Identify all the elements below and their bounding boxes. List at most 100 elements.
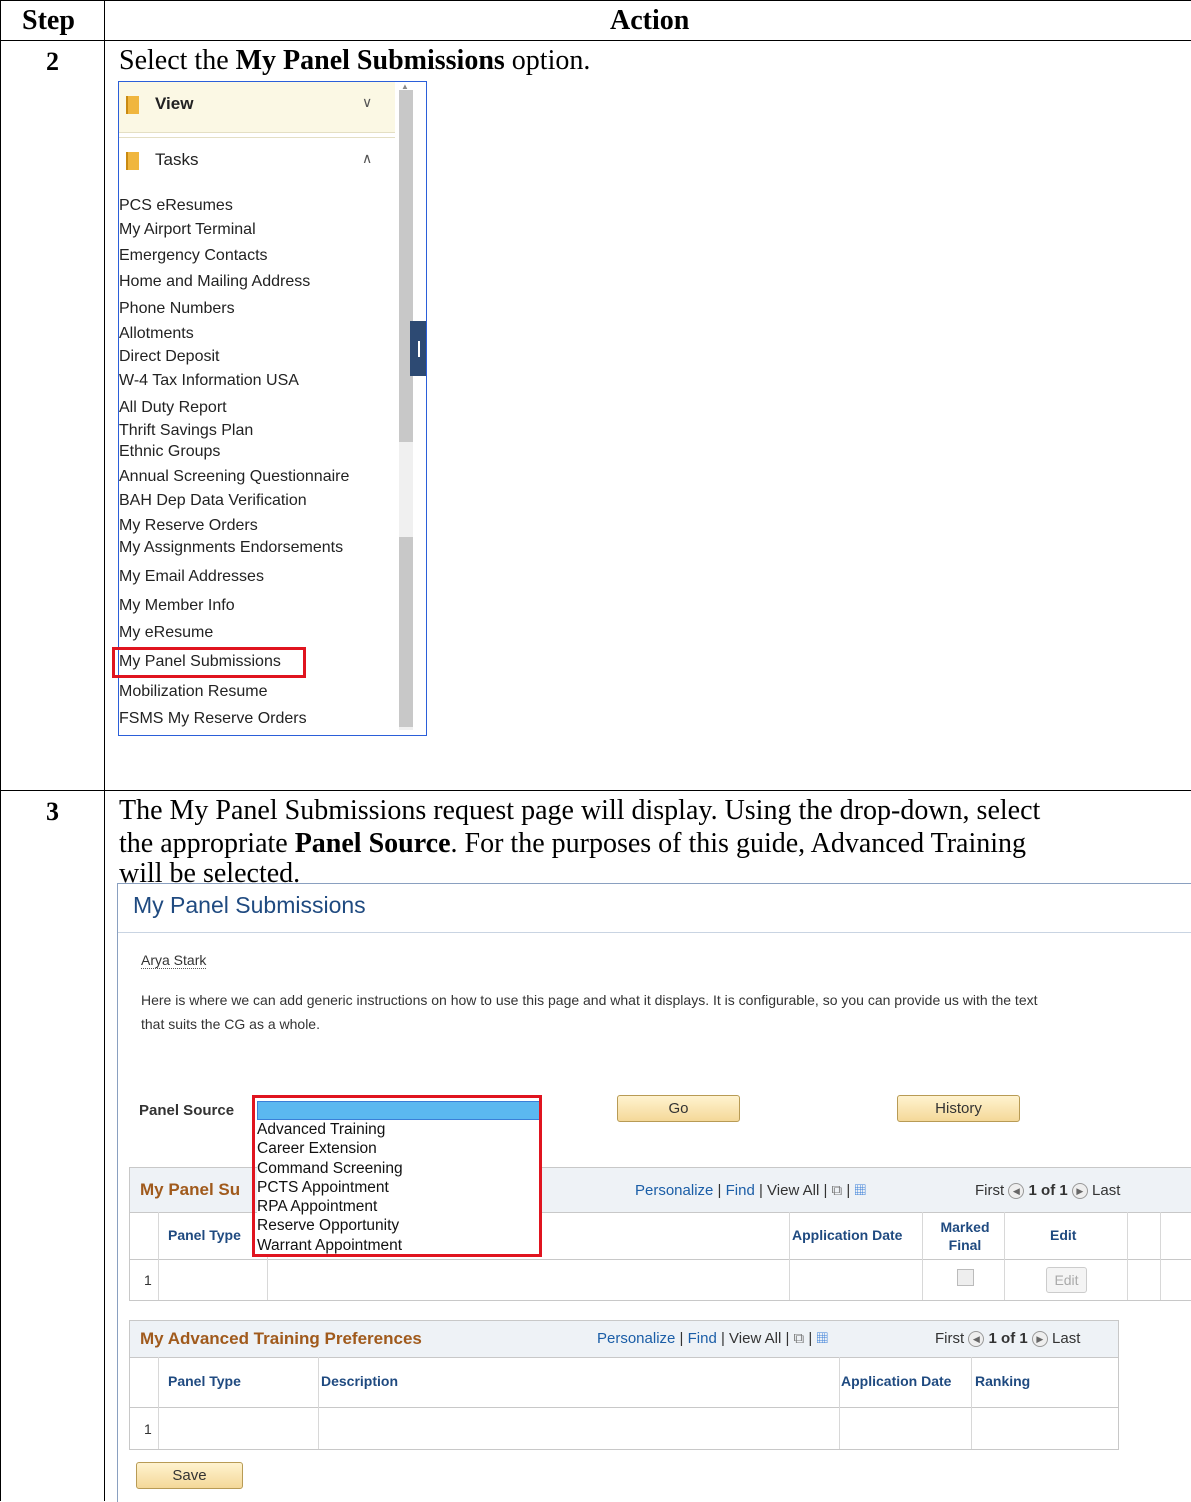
table-step-divider xyxy=(104,0,105,1501)
nav-item[interactable]: Phone Numbers xyxy=(119,300,235,318)
header-step: Step xyxy=(22,5,75,36)
nav-item[interactable]: Thrift Savings Plan xyxy=(119,422,253,440)
title-divider xyxy=(118,932,1191,933)
nav-item[interactable]: FSMS My Reserve Orders xyxy=(119,710,307,728)
grid-links: Personalize | Find | View All | ⧉ | ▦ xyxy=(597,1330,828,1347)
next-arrow-icon[interactable]: ▶ xyxy=(1071,1183,1088,1200)
scroll-up-arrow-icon[interactable]: ▲ xyxy=(401,82,409,91)
row-number: 1 xyxy=(144,1272,152,1288)
save-button[interactable]: Save xyxy=(136,1462,243,1489)
previous-arrow-icon[interactable]: ◀ xyxy=(968,1331,985,1348)
view-all-link[interactable]: View All xyxy=(767,1182,819,1199)
grid-pager: First ◀ 1 of 1 ▶ Last xyxy=(975,1182,1120,1200)
nav-scrollbar[interactable]: ▲ xyxy=(395,82,426,735)
nav-item[interactable]: Emergency Contacts xyxy=(119,247,268,265)
personalize-link[interactable]: Personalize xyxy=(597,1330,675,1347)
cell-divider xyxy=(1160,1212,1161,1300)
next-arrow-icon[interactable]: ▶ xyxy=(1031,1331,1048,1348)
step-instruction-line-2: the appropriate Panel Source. For the pu… xyxy=(119,828,1027,859)
nav-item[interactable]: My Email Addresses xyxy=(119,568,264,586)
grid-header-rule xyxy=(130,1259,1191,1260)
panel-source-label: Panel Source xyxy=(139,1102,235,1119)
scrollbar-thumb[interactable] xyxy=(399,90,413,442)
grid-header-bar: My Advanced Training Preferences Persona… xyxy=(130,1321,1118,1358)
step-instruction-line-1: The My Panel Submissions request page wi… xyxy=(119,795,1041,826)
collapse-pane-handle[interactable] xyxy=(410,321,426,376)
cell-divider xyxy=(158,1212,159,1300)
chevron-up-icon[interactable]: ∧ xyxy=(362,150,372,167)
history-button[interactable]: History xyxy=(897,1095,1020,1122)
step-number: 2 xyxy=(46,47,59,76)
folder-icon xyxy=(126,152,139,170)
table-header-border xyxy=(0,40,1191,41)
nav-item[interactable]: W-4 Tax Information USA xyxy=(119,372,299,390)
column-header-application-date: Application Date xyxy=(841,1373,952,1389)
download-grid-icon[interactable]: ▦ xyxy=(855,1182,866,1199)
column-header-panel-type: Panel Type xyxy=(168,1373,241,1389)
nav-section-tasks[interactable]: Tasks ∧ xyxy=(119,137,395,188)
header-action: Action xyxy=(610,5,690,36)
cell-divider xyxy=(789,1212,790,1300)
column-header-application-date: Application Date xyxy=(792,1227,903,1243)
pager-count: 1 of 1 xyxy=(1028,1182,1068,1199)
table-row-border xyxy=(0,790,1191,791)
nav-item[interactable]: BAH Dep Data Verification xyxy=(119,492,307,510)
last-link[interactable]: Last xyxy=(1092,1182,1120,1199)
nav-item[interactable]: Direct Deposit xyxy=(119,348,219,366)
cell-divider xyxy=(839,1357,840,1449)
advanced-training-preferences-grid: My Advanced Training Preferences Persona… xyxy=(129,1320,1119,1450)
nav-section-label: View xyxy=(155,94,194,113)
marked-final-checkbox[interactable] xyxy=(957,1269,974,1286)
cell-divider xyxy=(318,1357,319,1449)
step-number: 3 xyxy=(46,797,59,826)
nav-item[interactable]: Ethnic Groups xyxy=(119,443,220,461)
personalize-link[interactable]: Personalize xyxy=(635,1182,713,1199)
view-all-link[interactable]: View All xyxy=(729,1330,781,1347)
last-link[interactable]: Last xyxy=(1052,1330,1080,1347)
nav-item[interactable]: Mobilization Resume xyxy=(119,683,268,701)
nav-item[interactable]: Allotments xyxy=(119,325,194,343)
nav-item[interactable]: My eResume xyxy=(119,624,213,642)
nav-section-view[interactable]: View ∨ xyxy=(119,82,395,133)
grid-title: My Panel Su xyxy=(140,1180,241,1199)
highlight-box-panel-source xyxy=(252,1095,542,1257)
nav-section-label: Tasks xyxy=(155,150,199,169)
first-link[interactable]: First xyxy=(935,1330,964,1347)
column-header-edit: Edit xyxy=(1050,1227,1077,1243)
grid-pager: First ◀ 1 of 1 ▶ Last xyxy=(935,1330,1080,1348)
tasks-nav-panel: View ∨ Tasks ∧ PCS eResumes My Airport T… xyxy=(118,81,427,736)
nav-item[interactable]: My Assignments Endorsements xyxy=(119,539,343,557)
folder-icon xyxy=(126,96,139,114)
column-header-panel-type: Panel Type xyxy=(168,1227,241,1243)
grid-links: Personalize | Find | View All | ⧉ | ▦ xyxy=(635,1182,866,1199)
cell-divider xyxy=(922,1212,923,1300)
nav-item[interactable]: My Reserve Orders xyxy=(119,517,258,535)
go-button[interactable]: Go xyxy=(617,1095,740,1122)
edit-button[interactable]: Edit xyxy=(1046,1267,1087,1293)
step-instruction: Select the My Panel Submissions option. xyxy=(119,45,591,76)
nav-item[interactable]: Home and Mailing Address xyxy=(119,273,310,291)
page-instructions: Here is where we can add generic instruc… xyxy=(141,992,1038,1032)
column-header-ranking: Ranking xyxy=(975,1373,1031,1389)
nav-item[interactable]: My Member Info xyxy=(119,597,235,615)
first-link[interactable]: First xyxy=(975,1182,1004,1199)
cell-divider xyxy=(158,1357,159,1449)
grid-header-rule xyxy=(130,1407,1118,1408)
nav-item[interactable]: My Airport Terminal xyxy=(119,221,256,239)
zoom-icon[interactable]: ⧉ xyxy=(794,1330,805,1347)
find-link[interactable]: Find xyxy=(688,1330,717,1347)
highlight-box-my-panel-submissions xyxy=(112,647,306,678)
cell-divider xyxy=(971,1357,972,1449)
previous-arrow-icon[interactable]: ◀ xyxy=(1008,1183,1025,1200)
user-name-link[interactable]: Arya Stark xyxy=(141,952,207,969)
table-top-border xyxy=(0,0,1191,1)
nav-item[interactable]: Annual Screening Questionnaire xyxy=(119,468,349,486)
cell-divider xyxy=(1127,1212,1128,1300)
nav-item[interactable]: All Duty Report xyxy=(119,399,227,417)
zoom-icon[interactable]: ⧉ xyxy=(832,1182,843,1199)
nav-item[interactable]: PCS eResumes xyxy=(119,197,233,215)
download-grid-icon[interactable]: ▦ xyxy=(817,1330,828,1347)
find-link[interactable]: Find xyxy=(726,1182,755,1199)
chevron-down-icon[interactable]: ∨ xyxy=(362,94,372,111)
grid-title: My Advanced Training Preferences xyxy=(140,1329,422,1348)
